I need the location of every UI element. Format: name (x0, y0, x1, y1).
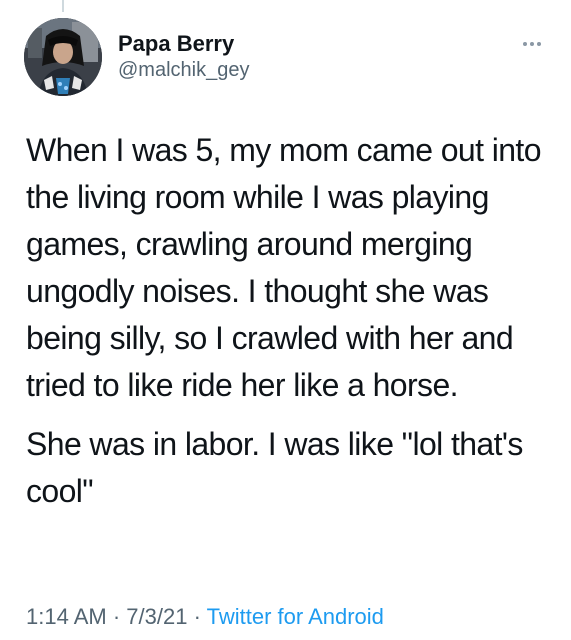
tweet-text: When I was 5, my mom came out into the l… (26, 127, 546, 515)
author-handle[interactable]: @malchik_gey (118, 57, 249, 83)
author-names: Papa Berry @malchik_gey (118, 31, 249, 83)
tweet-detail-view: Papa Berry @malchik_gey When I was 5, my… (0, 0, 571, 640)
profile-photo-icon (24, 18, 102, 96)
meta-separator: · (187, 604, 207, 629)
more-options-button[interactable] (517, 36, 547, 52)
more-options-icon-dot (530, 42, 534, 46)
avatar[interactable] (24, 18, 102, 96)
tweet-paragraph: She was in labor. I was like "lol that's… (26, 426, 523, 509)
tweet-date[interactable]: 7/3/21 (126, 604, 187, 629)
tweet-time[interactable]: 1:14 AM (26, 604, 107, 629)
meta-separator: · (106, 604, 127, 629)
tweet-metadata: 1:14 AM · 7/3/21 · Twitter for Android (26, 603, 384, 631)
tweet-source-link[interactable]: Twitter for Android (207, 604, 384, 629)
tweet-paragraph: When I was 5, my mom came out into the l… (26, 132, 542, 403)
author-display-name[interactable]: Papa Berry (118, 31, 249, 57)
more-options-icon-dot (537, 42, 541, 46)
thread-connector-line (62, 0, 64, 12)
tweet-header: Papa Berry @malchik_gey (24, 18, 547, 98)
more-options-icon (523, 42, 527, 46)
